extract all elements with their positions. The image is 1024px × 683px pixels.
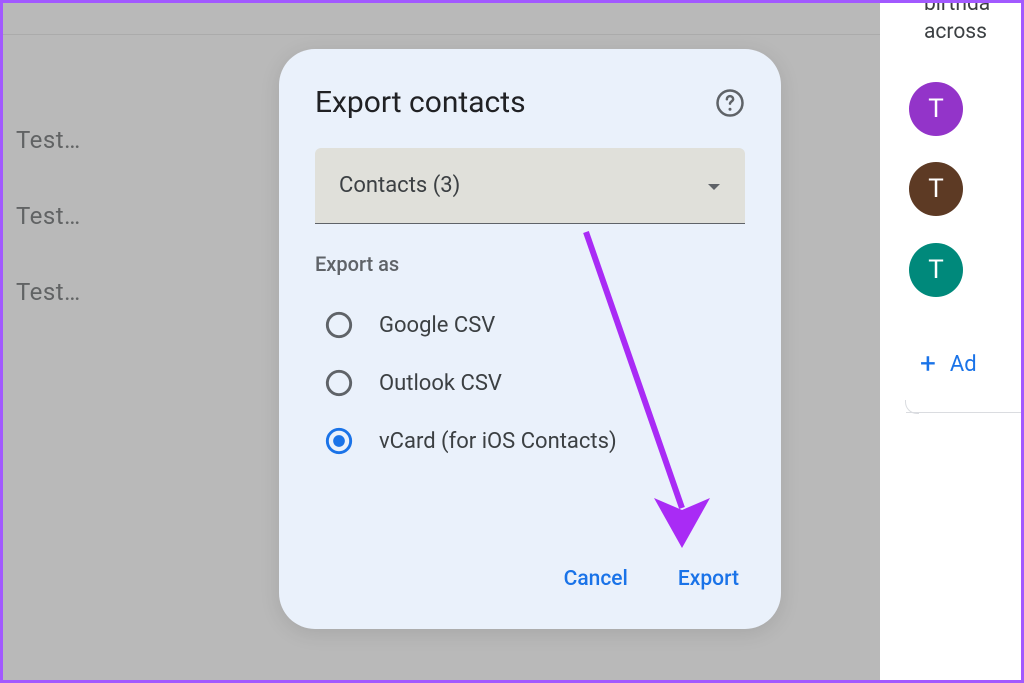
export-contacts-modal: Export contacts Contacts (3) Export as G… — [279, 49, 781, 629]
radio-unchecked-icon — [325, 311, 353, 339]
radio-option-vcard[interactable]: vCard (for iOS Contacts) — [315, 412, 745, 470]
radio-label: Outlook CSV — [379, 371, 502, 396]
export-button[interactable]: Export — [672, 557, 745, 601]
radio-checked-icon — [325, 427, 353, 455]
modal-actions: Cancel Export — [558, 557, 745, 601]
avatar[interactable]: T — [909, 82, 963, 136]
side-panel-text: birthda across — [924, 0, 990, 46]
panel-border — [906, 412, 1021, 413]
contacts-dropdown[interactable]: Contacts (3) — [315, 148, 745, 224]
dropdown-label: Contacts (3) — [339, 173, 460, 198]
avatar[interactable]: T — [909, 243, 963, 297]
modal-title: Export contacts — [315, 85, 526, 120]
chevron-down-icon — [707, 176, 721, 195]
help-icon[interactable] — [715, 88, 745, 118]
modal-header: Export contacts — [315, 85, 745, 120]
radio-option-outlook-csv[interactable]: Outlook CSV — [315, 354, 745, 412]
add-button[interactable]: + Ad — [920, 350, 977, 378]
radio-unchecked-icon — [325, 369, 353, 397]
radio-label: vCard (for iOS Contacts) — [379, 429, 617, 454]
radio-option-google-csv[interactable]: Google CSV — [315, 296, 745, 354]
avatar[interactable]: T — [909, 162, 963, 216]
radio-label: Google CSV — [379, 313, 495, 338]
cancel-button[interactable]: Cancel — [558, 557, 634, 601]
plus-icon: + — [920, 350, 936, 378]
side-panel: birthda across T T T + Ad — [906, 0, 1021, 683]
add-button-label: Ad — [950, 352, 977, 377]
export-as-label: Export as — [315, 252, 745, 276]
